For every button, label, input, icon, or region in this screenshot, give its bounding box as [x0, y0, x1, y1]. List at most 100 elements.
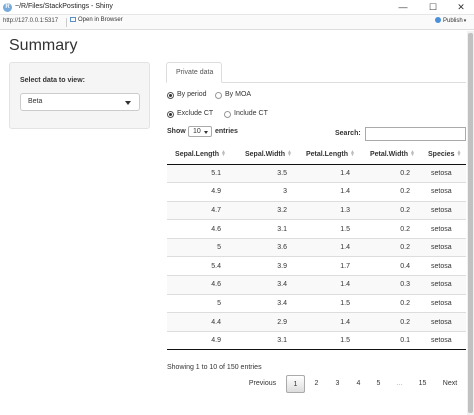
table-cell: 1.7: [295, 256, 358, 276]
caret-down-icon: [204, 131, 208, 134]
page-button-5[interactable]: 5: [369, 375, 388, 393]
table-cell: 1.4: [295, 163, 358, 183]
table-row[interactable]: 5.1 3.5 1.4 0.2 setosa: [167, 163, 466, 183]
table-cell: 0.2: [358, 200, 418, 220]
url-text[interactable]: http://127.0.0.1:5317: [3, 18, 58, 24]
table-cell: 0.2: [358, 293, 418, 313]
table-cell: setosa: [418, 293, 466, 313]
table-cell: setosa: [418, 237, 466, 257]
caret-down-icon: [125, 101, 131, 105]
table-cell: 0.2: [358, 219, 418, 239]
vertical-scrollbar[interactable]: [467, 31, 474, 415]
table-cell: 5.1: [167, 163, 229, 183]
table-cell: 3.2: [229, 200, 295, 220]
previous-button[interactable]: Previous: [240, 375, 285, 393]
table-header-row: Sepal.Length ▲ ▼ Sepal.Width ▲ ▼ Petal.Lengt…: [167, 145, 466, 165]
column-header-label: Sepal.Length: [175, 150, 219, 158]
table-cell: 3.1: [229, 330, 295, 351]
page-length-value: 10: [193, 128, 201, 135]
radio-label: By MOA: [225, 91, 252, 98]
page-length-select[interactable]: 10: [188, 126, 212, 137]
table-cell: 4.9: [167, 182, 229, 202]
table-row[interactable]: 4.6 3.4 1.4 0.3 setosa: [167, 275, 466, 295]
table-cell: 3.9: [229, 256, 295, 276]
table-cell: 0.2: [358, 182, 418, 202]
table-cell: 3.4: [229, 293, 295, 313]
table-cell: 4.7: [167, 200, 229, 220]
table-cell: 1.4: [295, 182, 358, 202]
table-cell: 1.4: [295, 275, 358, 295]
table-cell: 1.4: [295, 237, 358, 257]
table-cell: setosa: [418, 330, 466, 351]
column-header-label: Petal.Width: [369, 150, 408, 158]
page-button-15[interactable]: 15: [413, 375, 432, 393]
table-cell: 0.3: [358, 275, 418, 295]
table-cell: 3: [229, 182, 295, 202]
minimize-button[interactable]: —: [390, 0, 416, 15]
open-in-browser-button[interactable]: Open in Browser: [70, 17, 123, 23]
publish-label: Publish: [443, 18, 463, 24]
table-cell: 3.6: [229, 237, 295, 257]
table-info: Showing 1 to 10 of 150 entries: [167, 364, 262, 371]
search-input[interactable]: [365, 127, 466, 141]
page-button-2[interactable]: 2: [307, 375, 326, 393]
radio-selected-icon: [167, 92, 174, 99]
table-row[interactable]: 5 3.4 1.5 0.2 setosa: [167, 293, 466, 313]
radio-label: Include CT: [234, 110, 268, 117]
table-cell: 1.3: [295, 200, 358, 220]
next-button[interactable]: Next: [436, 375, 464, 393]
page-button-3[interactable]: 3: [328, 375, 347, 393]
entries-label: entries: [215, 128, 238, 135]
table-cell: setosa: [418, 312, 466, 332]
scrollbar-thumb[interactable]: [468, 33, 473, 413]
sort-icon: ▲ ▼: [287, 148, 292, 158]
radio-unselected-icon: [224, 111, 231, 118]
table-row[interactable]: 4.7 3.2 1.3 0.2 setosa: [167, 200, 466, 220]
table-row[interactable]: 5 3.6 1.4 0.2 setosa: [167, 237, 466, 257]
column-header-sepal-width[interactable]: Sepal.Width ▲ ▼: [229, 145, 295, 165]
table-row[interactable]: 4.9 3.1 1.5 0.1 setosa: [167, 330, 466, 351]
table-cell: 0.4: [358, 256, 418, 276]
column-header-species[interactable]: Species ▲ ▼: [418, 145, 466, 165]
table-row[interactable]: 4.6 3.1 1.5 0.2 setosa: [167, 219, 466, 239]
table-cell: 5.4: [167, 256, 229, 276]
table-cell: 0.2: [358, 312, 418, 332]
column-header-label: Petal.Length: [305, 150, 348, 158]
column-header-sepal-length[interactable]: Sepal.Length ▲ ▼: [167, 145, 229, 165]
open-in-browser-label: Open in Browser: [78, 17, 123, 23]
page-button-1[interactable]: 1: [286, 375, 305, 393]
radio-label: By period: [177, 91, 207, 98]
table-cell: 4.6: [167, 219, 229, 239]
column-header-petal-length[interactable]: Petal.Length ▲ ▼: [295, 145, 358, 165]
table-cell: 4.9: [167, 330, 229, 351]
sort-icon: ▲ ▼: [221, 148, 226, 158]
table-cell: 1.4: [295, 312, 358, 332]
publish-button[interactable]: Publish▾: [435, 17, 466, 24]
table-cell: 2.9: [229, 312, 295, 332]
publish-icon: [435, 17, 441, 23]
table-cell: 3.5: [229, 163, 295, 183]
search-label: Search:: [335, 130, 361, 137]
table-cell: 3.1: [229, 219, 295, 239]
dataset-select[interactable]: Beta: [20, 93, 140, 111]
table-cell: 1.5: [295, 293, 358, 313]
tab-private-data[interactable]: Private data: [166, 62, 222, 83]
rstudio-icon: R: [3, 3, 12, 12]
browser-window-icon: [70, 17, 76, 22]
chevron-down-icon: ▾: [463, 18, 467, 24]
column-header-petal-width[interactable]: Petal.Width ▲ ▼: [358, 145, 418, 165]
table-cell: 1.5: [295, 330, 358, 351]
window-title: ~/R/Files/StackPostings - Shiny: [15, 3, 113, 10]
table-cell: setosa: [418, 275, 466, 295]
table-row[interactable]: 5.4 3.9 1.7 0.4 setosa: [167, 256, 466, 276]
table-row[interactable]: 4.4 2.9 1.4 0.2 setosa: [167, 312, 466, 332]
table-cell: 3.4: [229, 275, 295, 295]
table-cell: 0.2: [358, 163, 418, 183]
maximize-button[interactable]: ☐: [420, 0, 446, 15]
window-titlebar: R ~/R/Files/StackPostings - Shiny — ☐ ✕: [0, 0, 474, 15]
close-button[interactable]: ✕: [448, 0, 474, 15]
table-cell: 1.5: [295, 219, 358, 239]
table-row[interactable]: 4.9 3 1.4 0.2 setosa: [167, 182, 466, 202]
data-table: Sepal.Length ▲ ▼ Sepal.Width ▲ ▼ Petal.Lengt…: [167, 145, 466, 351]
page-button-4[interactable]: 4: [349, 375, 368, 393]
